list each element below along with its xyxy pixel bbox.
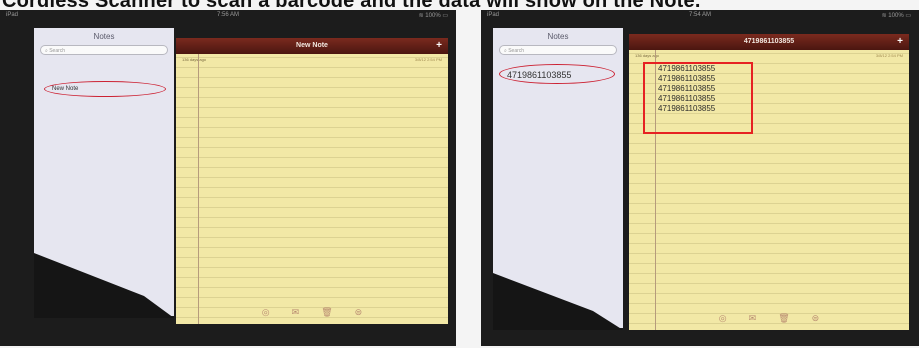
sidebar-shadow bbox=[493, 273, 623, 330]
clock-label: 7:56 AM bbox=[216, 12, 239, 18]
note-titlebar: 4719861103855 + bbox=[629, 34, 909, 50]
add-note-button[interactable]: + bbox=[897, 34, 903, 50]
note-date: 3/8/12 2:54 PM bbox=[414, 57, 442, 62]
compass-icon[interactable]: ◎ bbox=[719, 313, 727, 324]
highlight-box bbox=[643, 62, 753, 134]
screenshot-before: iPad 7:56 AM ≋ 100% ▭ Notes ⌕ Search New… bbox=[0, 10, 456, 346]
paper-margin bbox=[198, 54, 199, 324]
note-age: 136 days ago bbox=[182, 57, 207, 62]
note-toolbar: ◎ ✉ 🗑 ⊜ bbox=[176, 307, 448, 318]
compass-icon[interactable]: ◎ bbox=[262, 307, 270, 318]
status-bar: iPad 7:56 AM ≋ 100% ▭ bbox=[0, 10, 456, 22]
trash-icon[interactable]: 🗑 bbox=[778, 313, 789, 324]
mail-icon[interactable]: ✉ bbox=[292, 307, 300, 318]
battery-label: ≋ 100% ▭ bbox=[881, 13, 911, 19]
mail-icon[interactable]: ✉ bbox=[749, 313, 757, 324]
trash-icon[interactable]: 🗑 bbox=[321, 307, 332, 318]
note-title: 4719861103855 bbox=[743, 38, 795, 45]
note-editor[interactable]: 4719861103855 + 136 days ago 3/8/12 2:54 … bbox=[629, 34, 909, 330]
forward-icon[interactable]: ⊜ bbox=[355, 307, 363, 318]
note-titlebar: New Note + bbox=[176, 38, 448, 54]
forward-icon[interactable]: ⊜ bbox=[812, 313, 820, 324]
clock-label: 7:54 AM bbox=[688, 12, 711, 18]
add-note-button[interactable]: + bbox=[436, 38, 442, 54]
note-title: New Note bbox=[296, 42, 328, 49]
sidebar-shadow bbox=[34, 253, 174, 318]
battery-label: ≋ 100% ▭ bbox=[418, 13, 448, 19]
screenshot-after: iPad 7:54 AM ≋ 100% ▭ Notes ⌕ Search 471… bbox=[481, 10, 919, 346]
status-bar: iPad 7:54 AM ≋ 100% ▭ bbox=[481, 10, 919, 22]
note-toolbar: ◎ ✉ 🗑 ⊜ bbox=[629, 313, 909, 324]
note-editor[interactable]: New Note + 136 days ago 3/8/12 2:54 PM ◎ … bbox=[176, 38, 448, 324]
note-date: 3/8/12 2:54 PM bbox=[875, 53, 903, 58]
